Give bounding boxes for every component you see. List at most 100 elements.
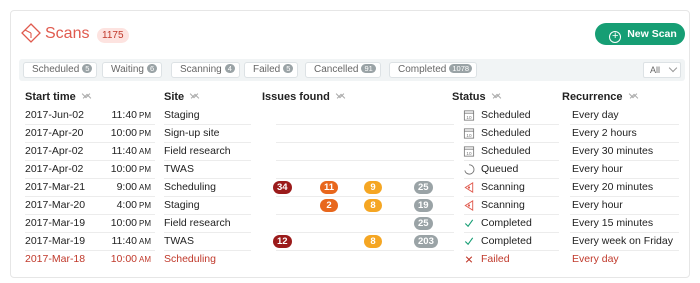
column-label: Site: [164, 91, 185, 103]
column-header-site[interactable]: Site: [164, 89, 200, 103]
calendar-icon: 10: [463, 128, 475, 139]
filter-chip-scheduled[interactable]: Scheduled 5: [23, 62, 98, 78]
issue-count-medium[interactable]: 9: [364, 181, 382, 194]
time-value: 10:00: [110, 163, 137, 175]
header: Scans 1175 + New Scan: [11, 11, 691, 55]
column-label: Recurrence: [562, 91, 623, 103]
filter-label: Scheduled: [32, 64, 80, 75]
start-date: 2017-Mar-20: [25, 199, 86, 211]
radar-icon: [464, 200, 474, 211]
status-text: Scanning: [481, 181, 525, 193]
new-scan-button[interactable]: + New Scan: [595, 23, 685, 45]
issue-count-low[interactable]: 203: [414, 235, 438, 248]
status-text: Completed: [481, 235, 532, 247]
start-date: 2017-Mar-19: [25, 235, 86, 247]
recurrence-text: Every hour: [572, 163, 623, 175]
recurrence-text: Every 2 hours: [572, 127, 637, 139]
issue-count-low[interactable]: 25: [414, 217, 433, 230]
column-header-issues[interactable]: Issues found: [262, 89, 346, 103]
filter-chip-scanning[interactable]: Scanning 4: [171, 62, 240, 78]
status-text: Failed: [481, 253, 510, 265]
start-date: 2017-Jun-02: [25, 109, 84, 121]
column-header-start-time[interactable]: Start time: [25, 89, 91, 103]
time-value: 4:00: [116, 199, 137, 211]
time-ampm: AM: [139, 183, 151, 192]
start-date: 2017-Mar-21: [25, 181, 86, 193]
issue-count-critical[interactable]: 34: [273, 181, 292, 194]
status-text: Scheduled: [481, 109, 531, 121]
status-text: Scheduled: [481, 145, 531, 157]
status-text: Scanning: [481, 199, 525, 211]
filter-label: Completed: [398, 64, 447, 75]
issue-count-critical[interactable]: 12: [273, 235, 292, 248]
start-time: 11:40 AM: [99, 235, 152, 247]
check-icon: [464, 219, 474, 228]
site-name: Staging: [164, 199, 200, 211]
time-value: 10:00: [110, 253, 137, 265]
time-value: 10:00: [110, 127, 137, 139]
table-row[interactable]: 2017-Apr-02 10:00 PM TWAS Queued Every hour: [19, 161, 685, 179]
start-time: 10:00 PM: [99, 217, 151, 229]
filter-label: Waiting: [111, 64, 144, 75]
calendar-icon: 10: [463, 110, 475, 121]
filter-select[interactable]: All: [643, 62, 681, 78]
time-value: 11:40: [111, 109, 138, 121]
site-name: Field research: [164, 217, 231, 229]
table-row[interactable]: 2017-Mar-21 9:00 AM Scheduling 34 11 9 25 Scanni…: [19, 179, 685, 197]
site-name: Staging: [164, 109, 200, 121]
column-label: Status: [452, 91, 486, 103]
start-time: 10:00 AM: [99, 253, 151, 265]
column-header-status[interactable]: Status: [452, 89, 501, 103]
table-row[interactable]: 2017-Apr-02 11:40 AM Field research 10 Schedu…: [19, 143, 685, 161]
table-row[interactable]: 2017-Mar-20 4:00 PM Staging 2 8 19 Scanning Ever…: [19, 197, 685, 215]
plus-icon: +: [609, 31, 622, 43]
column-header-recurrence[interactable]: Recurrence: [562, 89, 638, 103]
site-name: Scheduling: [164, 181, 216, 193]
recurrence-text: Every 20 minutes: [572, 181, 654, 193]
issue-count-low[interactable]: 25: [414, 181, 433, 194]
issue-count-high[interactable]: 11: [320, 181, 339, 194]
status-text: Queued: [481, 163, 519, 175]
table-row[interactable]: 2017-Mar-19 10:00 PM Field research 25 Comple…: [19, 215, 685, 233]
start-date: 2017-Mar-18: [25, 253, 86, 265]
time-ampm: PM: [139, 111, 151, 120]
table-row[interactable]: 2017-Mar-19 11:40 AM TWAS 12 8 203 Completed Eve…: [19, 233, 685, 251]
table-row[interactable]: 2017-Mar-18 10:00 AM Scheduling Failed Every …: [19, 251, 685, 269]
site-name: Field research: [164, 145, 231, 157]
time-value: 10:00: [110, 217, 137, 229]
issue-count-low[interactable]: 19: [414, 199, 433, 212]
svg-text:10: 10: [466, 115, 472, 120]
calendar-icon: 10: [463, 146, 475, 157]
issue-count-medium[interactable]: 8: [364, 235, 382, 248]
issue-count-high[interactable]: 2: [320, 199, 338, 212]
filter-chip-waiting[interactable]: Waiting 6: [102, 62, 163, 78]
table-row[interactable]: 2017-Apr-20 10:00 PM Sign-up site 10 Schedule…: [19, 125, 685, 143]
status-text: Scheduled: [481, 127, 531, 139]
start-date: 2017-Mar-19: [25, 217, 86, 229]
filter-chip-failed[interactable]: Failed 5: [244, 62, 299, 78]
recurrence-text: Every 30 minutes: [572, 145, 654, 157]
filter-count: 6: [146, 64, 158, 73]
issue-count-medium[interactable]: 8: [364, 199, 382, 212]
recurrence-text: Every 15 minutes: [572, 217, 654, 229]
filter-count: 4: [224, 64, 235, 73]
start-date: 2017-Apr-02: [25, 163, 84, 175]
recurrence-text: Every day: [572, 109, 619, 121]
filter-label: Failed: [253, 64, 281, 75]
scan-count-badge: 1175: [97, 28, 129, 43]
time-value: 9:00: [116, 181, 137, 193]
queued-icon: [464, 164, 475, 175]
svg-text:10: 10: [466, 151, 472, 156]
recurrence-text: Every day: [572, 253, 619, 265]
filter-count: 5: [82, 64, 93, 73]
filter-count: 1078: [449, 64, 473, 73]
status-filter-bar: Scheduled 5 Waiting 6 Scanning 4 Failed 5 Ca…: [19, 59, 685, 81]
radar-icon: [464, 182, 474, 193]
scan-logo-icon: [21, 23, 41, 43]
start-time: 9:00 AM: [99, 181, 151, 193]
start-time: 11:40 PM: [99, 109, 152, 121]
filter-chip-cancelled[interactable]: Cancelled 91: [305, 62, 381, 78]
filter-select-value: All: [650, 65, 661, 75]
table-row[interactable]: 2017-Jun-02 11:40 PM Staging 10 Scheduled Ever…: [19, 107, 685, 125]
filter-chip-completed[interactable]: Completed 1078: [389, 62, 478, 78]
